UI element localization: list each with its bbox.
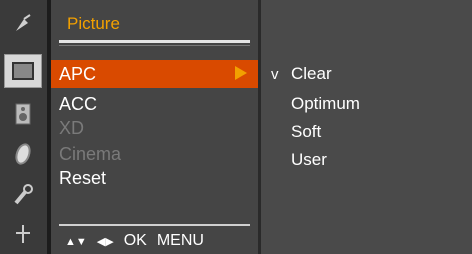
footer-divider [59, 224, 250, 226]
title-divider [59, 40, 250, 43]
option-user[interactable]: User [291, 150, 327, 170]
option-soft[interactable]: Soft [291, 122, 321, 142]
menu-hint: MENU [156, 232, 204, 249]
menu-item-acc[interactable]: ACC [59, 94, 97, 115]
menu-item-cinema: Cinema [59, 144, 122, 164]
menu-item-reset[interactable]: Reset [59, 168, 106, 189]
leftright-arrows-icon: ◀▶ [96, 236, 114, 248]
icon-sidebar [0, 0, 47, 254]
speaker-icon[interactable] [4, 98, 42, 130]
option-optimum[interactable]: Optimum [291, 94, 360, 114]
wrench-icon[interactable] [4, 178, 42, 210]
menu-title: Picture [67, 14, 120, 33]
antenna-icon[interactable] [4, 218, 42, 250]
menu-item-xd: XD [59, 118, 85, 138]
picture-menu-panel: Picture APC ACC XD Cinema Reset ▲▼ ◀▶ OK ME… [51, 0, 258, 254]
option-clear[interactable]: Clear [291, 64, 332, 84]
picture-icon[interactable] [4, 54, 42, 88]
osd-menu: Picture APC ACC XD Cinema Reset ▲▼ ◀▶ OK ME… [0, 0, 472, 254]
clock-icon[interactable] [4, 138, 42, 170]
title-divider-shadow [59, 45, 250, 46]
menu-item-apc[interactable]: APC [59, 64, 96, 85]
apc-submenu-panel: v Clear Optimum Soft User [261, 0, 472, 254]
footer-hints: ▲▼ ◀▶ OK MENU [65, 232, 214, 250]
updown-arrows-icon: ▲▼ [65, 236, 87, 248]
submenu-arrow-icon [235, 66, 247, 80]
ok-hint: OK [123, 232, 147, 249]
satellite-icon[interactable] [4, 8, 42, 40]
checkmark-icon: v [271, 66, 279, 83]
